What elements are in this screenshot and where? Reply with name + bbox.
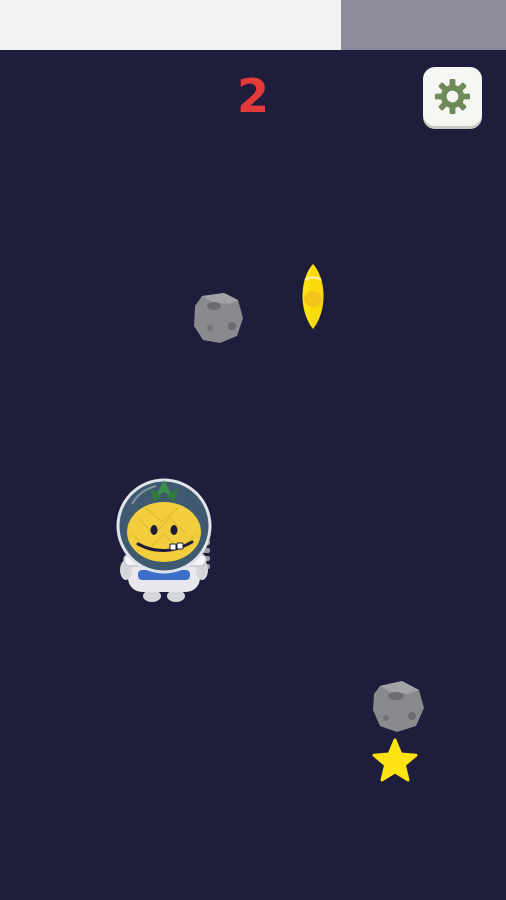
rocket [302,264,324,329]
top-bar [0,0,506,50]
game-canvas[interactable]: 2 [0,0,506,900]
asteroid [373,681,424,732]
asteroid [194,293,243,343]
astronaut-pineapple-character [116,478,212,602]
top-bar-right [341,0,506,50]
score-counter: 2 [236,69,269,123]
top-bar-left [0,0,341,50]
settings-button[interactable] [423,67,482,126]
star-icon [372,738,418,782]
gear-icon [434,78,471,115]
